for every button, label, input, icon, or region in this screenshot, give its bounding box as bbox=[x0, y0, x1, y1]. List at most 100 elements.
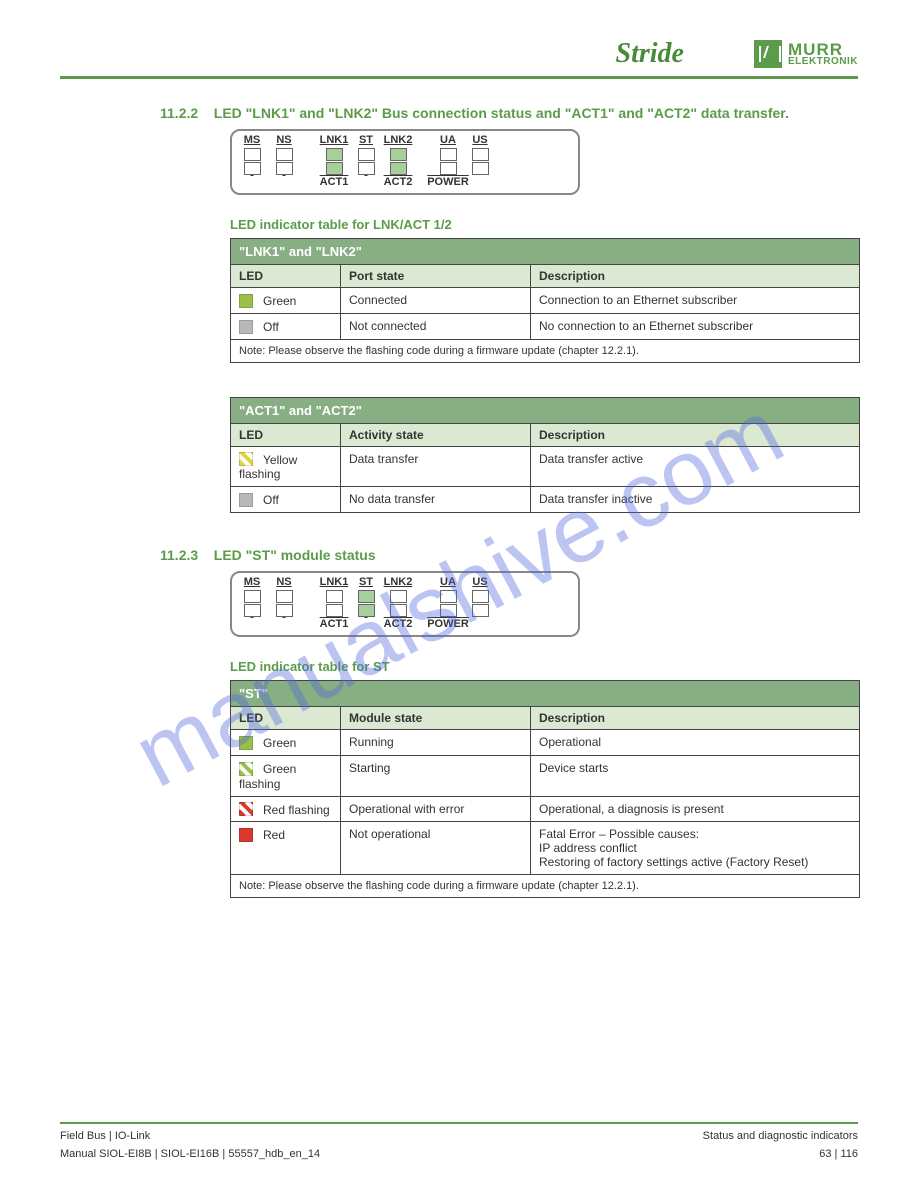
table-row: Green Connected Connection to an Etherne… bbox=[231, 288, 860, 314]
table-st: "ST" LED Module state Description Green … bbox=[230, 680, 860, 898]
led-act1-icon bbox=[326, 162, 343, 175]
col-desc: Description bbox=[531, 265, 860, 288]
panel-label-st: ST bbox=[359, 576, 373, 589]
cell-state: Data transfer bbox=[341, 446, 531, 487]
stride-logo: Stride bbox=[616, 38, 684, 70]
table-note: Note: Please observe the flashing code d… bbox=[231, 875, 860, 898]
swatch-green-icon bbox=[239, 294, 253, 308]
panel-label-ns: NS bbox=[276, 576, 291, 589]
panel-label-ua: UA bbox=[440, 576, 456, 589]
cell-desc: Fatal Error – Possible causes: IP addres… bbox=[531, 822, 860, 875]
cell-desc: Connection to an Ethernet subscriber bbox=[531, 288, 860, 314]
cell-state: Not connected bbox=[341, 313, 531, 339]
section-num: 11.2.3 bbox=[160, 547, 198, 563]
col-state: Port state bbox=[341, 265, 531, 288]
swatch-green-icon bbox=[239, 736, 253, 750]
swatch-gray-icon bbox=[239, 493, 253, 507]
cell-state: Not operational bbox=[341, 822, 531, 875]
swatch-yellow-flash-icon bbox=[239, 452, 253, 466]
footer-right: Status and diagnostic indicators bbox=[703, 1130, 858, 1142]
table-lnk-bar: "LNK1" and "LNK2" bbox=[231, 239, 860, 265]
footer-left: Field Bus | IO-Link bbox=[60, 1130, 150, 1142]
cell-desc: Data transfer inactive bbox=[531, 487, 860, 513]
panel-label-act2: ACT2 bbox=[384, 618, 413, 631]
murr-logo-icon bbox=[754, 40, 782, 68]
table-act-bar: "ACT1" and "ACT2" bbox=[231, 397, 860, 423]
cell-desc: Data transfer active bbox=[531, 446, 860, 487]
col-led: LED bbox=[231, 423, 341, 446]
section-heading-st: 11.2.3 LED "ST" module status bbox=[60, 547, 858, 563]
table-row: Off Not connected No connection to an Et… bbox=[231, 313, 860, 339]
cell-state: Connected bbox=[341, 288, 531, 314]
cell-led: Red bbox=[263, 828, 285, 842]
panel-label-lnk2: LNK2 bbox=[384, 134, 413, 147]
table-row: Red Not operational Fatal Error – Possib… bbox=[231, 822, 860, 875]
swatch-red-flash-icon bbox=[239, 802, 253, 816]
table-act: "ACT1" and "ACT2" LED Activity state Des… bbox=[230, 397, 860, 513]
section-heading-lnk: 11.2.2 LED "LNK1" and "LNK2" Bus connect… bbox=[60, 105, 858, 121]
panel-label-ns: NS bbox=[276, 134, 291, 147]
panel-label-us: US bbox=[472, 134, 487, 147]
cell-led: Off bbox=[263, 493, 279, 507]
col-desc: Description bbox=[531, 707, 860, 730]
col-desc: Description bbox=[531, 423, 860, 446]
cell-state: Starting bbox=[341, 755, 531, 796]
led-panel-st: MS NS LNK1ACT1 ST LNK2ACT2 UAPOWER US bbox=[230, 571, 580, 637]
table-lnk: "LNK1" and "LNK2" LED Port state Descrip… bbox=[230, 238, 860, 363]
panel-label-act2: ACT2 bbox=[384, 176, 413, 189]
cell-state: Operational with error bbox=[341, 796, 531, 822]
section-title: LED "ST" module status bbox=[214, 547, 376, 563]
panel-label-st: ST bbox=[359, 134, 373, 147]
col-led: LED bbox=[231, 265, 341, 288]
section-title: LED "LNK1" and "LNK2" Bus connection sta… bbox=[214, 105, 789, 121]
cell-led: Off bbox=[263, 320, 279, 334]
cell-desc: Device starts bbox=[531, 755, 860, 796]
led-lnk1-icon bbox=[326, 148, 343, 161]
panel-label-lnk2: LNK2 bbox=[384, 576, 413, 589]
page-footer: Field Bus | IO-Link Status and diagnosti… bbox=[60, 1102, 858, 1160]
cell-state: No data transfer bbox=[341, 487, 531, 513]
murr-logo: MURR ELEKTRONIK bbox=[754, 40, 858, 68]
led-lnk2-icon bbox=[390, 148, 407, 161]
page-header: Stride MURR ELEKTRONIK bbox=[60, 38, 858, 76]
table-row: Green Running Operational bbox=[231, 730, 860, 756]
panel-label-lnk1: LNK1 bbox=[320, 134, 349, 147]
table-row: Green flashing Starting Device starts bbox=[231, 755, 860, 796]
panel-label-lnk1: LNK1 bbox=[320, 576, 349, 589]
footer-page: 63 | 116 bbox=[819, 1148, 858, 1160]
panel-label-us: US bbox=[472, 576, 487, 589]
panel-label-act1: ACT1 bbox=[320, 176, 349, 189]
led-st-icon bbox=[358, 590, 375, 603]
table-st-bar: "ST" bbox=[231, 681, 860, 707]
murr-logo-small: ELEKTRONIK bbox=[788, 57, 858, 66]
cell-desc: No connection to an Ethernet subscriber bbox=[531, 313, 860, 339]
table-row: Red flashing Operational with error Oper… bbox=[231, 796, 860, 822]
swatch-green-flash-icon bbox=[239, 762, 253, 776]
cell-led: Red flashing bbox=[263, 802, 330, 816]
header-rule bbox=[60, 76, 858, 79]
led-panel-lnk: MS NS LNK1ACT1 ST LNK2ACT2 UAPOWER US bbox=[230, 129, 580, 195]
section-num: 11.2.2 bbox=[160, 105, 198, 121]
swatch-gray-icon bbox=[239, 320, 253, 334]
cell-state: Running bbox=[341, 730, 531, 756]
panel-label-act1: ACT1 bbox=[320, 618, 349, 631]
col-led: LED bbox=[231, 707, 341, 730]
table-row: Yellow flashing Data transfer Data trans… bbox=[231, 446, 860, 487]
footer-manual: Manual SIOL-EI8B | SIOL-EI16B | 55557_hd… bbox=[60, 1148, 320, 1160]
table-title-st: LED indicator table for ST bbox=[230, 659, 858, 674]
table-title-lnk: LED indicator table for LNK/ACT 1/2 bbox=[230, 217, 858, 232]
table-note: Note: Please observe the flashing code d… bbox=[231, 339, 860, 362]
panel-label-ua: UA bbox=[440, 134, 456, 147]
cell-led: Green bbox=[263, 294, 296, 308]
col-state: Module state bbox=[341, 707, 531, 730]
cell-desc: Operational bbox=[531, 730, 860, 756]
led-act2-icon bbox=[390, 162, 407, 175]
cell-desc: Operational, a diagnosis is present bbox=[531, 796, 860, 822]
swatch-red-icon bbox=[239, 828, 253, 842]
table-row: Off No data transfer Data transfer inact… bbox=[231, 487, 860, 513]
murr-logo-big: MURR bbox=[788, 42, 858, 57]
cell-led: Green bbox=[263, 736, 296, 750]
panel-label-ms: MS bbox=[244, 576, 261, 589]
panel-label-ms: MS bbox=[244, 134, 261, 147]
col-state: Activity state bbox=[341, 423, 531, 446]
